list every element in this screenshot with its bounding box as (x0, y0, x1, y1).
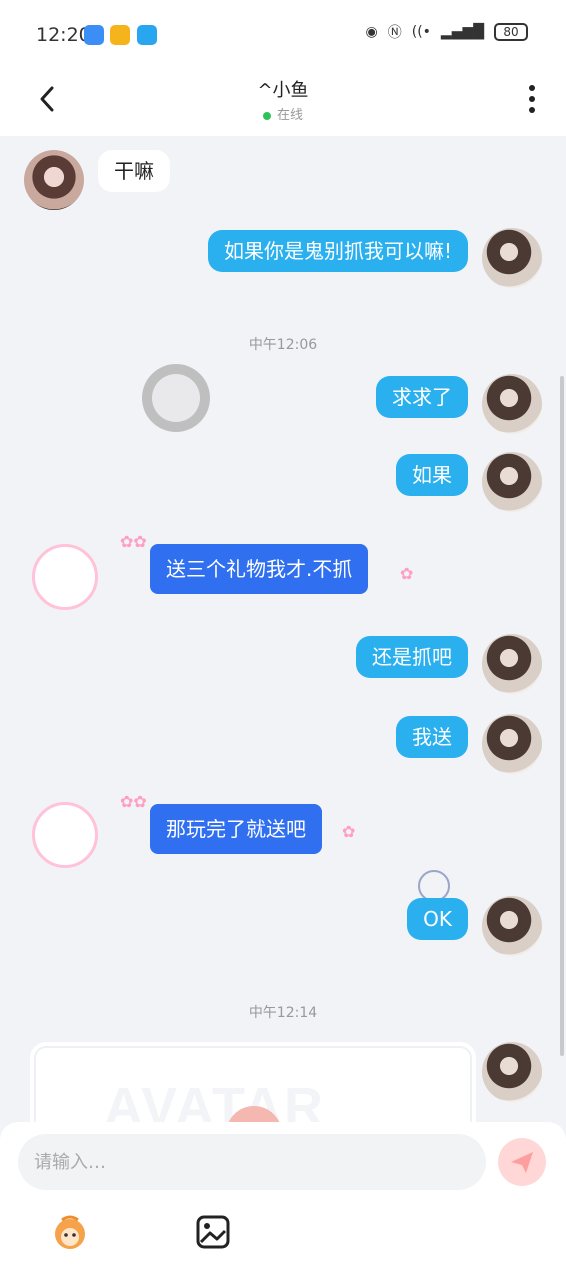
timestamp: 中午12:06 (248, 337, 318, 353)
message-bubble[interactable]: 干嘛 (98, 150, 170, 192)
message-bubble[interactable]: 我送 (396, 716, 468, 758)
contact-avatar[interactable] (32, 544, 98, 610)
timestamp: 中午12:14 (248, 1005, 318, 1021)
my-avatar[interactable] (482, 1042, 542, 1102)
contact-name: ^小鱼 (257, 80, 309, 101)
online-dot-icon (262, 111, 271, 120)
message-bubble[interactable]: 还是抓吧 (356, 636, 468, 678)
send-button[interactable] (498, 1138, 546, 1186)
message-bubble[interactable]: OK (407, 898, 468, 940)
image-icon[interactable] (193, 1212, 233, 1252)
title-block: ^小鱼 在线 (0, 76, 566, 123)
more-options-icon[interactable] (528, 84, 536, 114)
floating-assist-button[interactable] (142, 364, 210, 432)
message-bubble[interactable]: 那玩完了就送吧 (150, 804, 322, 854)
emoji-sticker-icon[interactable] (50, 1212, 90, 1252)
eye-icon: ◉ (365, 24, 378, 40)
message-bubble[interactable]: 送三个礼物我才.不抓 (150, 544, 369, 594)
message-bubble[interactable]: 求求了 (376, 376, 468, 418)
app-notification-icon (84, 25, 104, 45)
flower-decoration-icon: ✿ (400, 564, 414, 583)
flower-decoration-icon: ✿ (342, 822, 356, 841)
online-status: 在线 (0, 104, 566, 123)
message-input[interactable] (18, 1134, 486, 1190)
flower-decoration-icon: ✿✿ (120, 792, 147, 811)
my-avatar[interactable] (482, 634, 542, 694)
signal-icon: ▂▄▆█ (440, 24, 484, 40)
app-notification-icon (137, 25, 157, 45)
message-bubble[interactable]: 如果 (396, 454, 468, 496)
contact-avatar[interactable] (24, 150, 84, 210)
wifi-icon: ((• (411, 24, 431, 40)
app-notification-icon (110, 25, 130, 45)
my-avatar[interactable] (482, 228, 542, 288)
status-time: 12:20 (36, 24, 91, 46)
my-avatar[interactable] (482, 452, 542, 512)
my-avatar[interactable] (482, 714, 542, 774)
contact-avatar[interactable] (32, 802, 98, 868)
avatar-card-message[interactable]: AVATAR (30, 1042, 476, 1126)
status-icons: ◉ Ⓝ ((• ▂▄▆█ 80 (366, 22, 528, 42)
nfc-icon: Ⓝ (387, 25, 402, 41)
scrollbar[interactable] (560, 376, 564, 1056)
battery-icon: 80 (494, 23, 528, 41)
chat-header: ^小鱼 在线 (0, 70, 566, 136)
send-icon (511, 1152, 533, 1173)
flower-decoration-icon: ✿✿ (120, 532, 147, 551)
input-bar (0, 1122, 566, 1280)
status-bar: 12:20 ◉ Ⓝ ((• ▂▄▆█ 80 (0, 0, 566, 70)
chat-area[interactable]: 干嘛 如果你是鬼别抓我可以嘛! 中午12:06 求求了 如果 ✿✿ 送三个礼物我… (0, 136, 566, 1126)
card-title: AVATAR (104, 1077, 325, 1126)
my-avatar[interactable] (482, 896, 542, 956)
online-status-label: 在线 (276, 108, 303, 123)
my-avatar[interactable] (482, 374, 542, 434)
message-bubble[interactable]: 如果你是鬼别抓我可以嘛! (207, 230, 468, 272)
